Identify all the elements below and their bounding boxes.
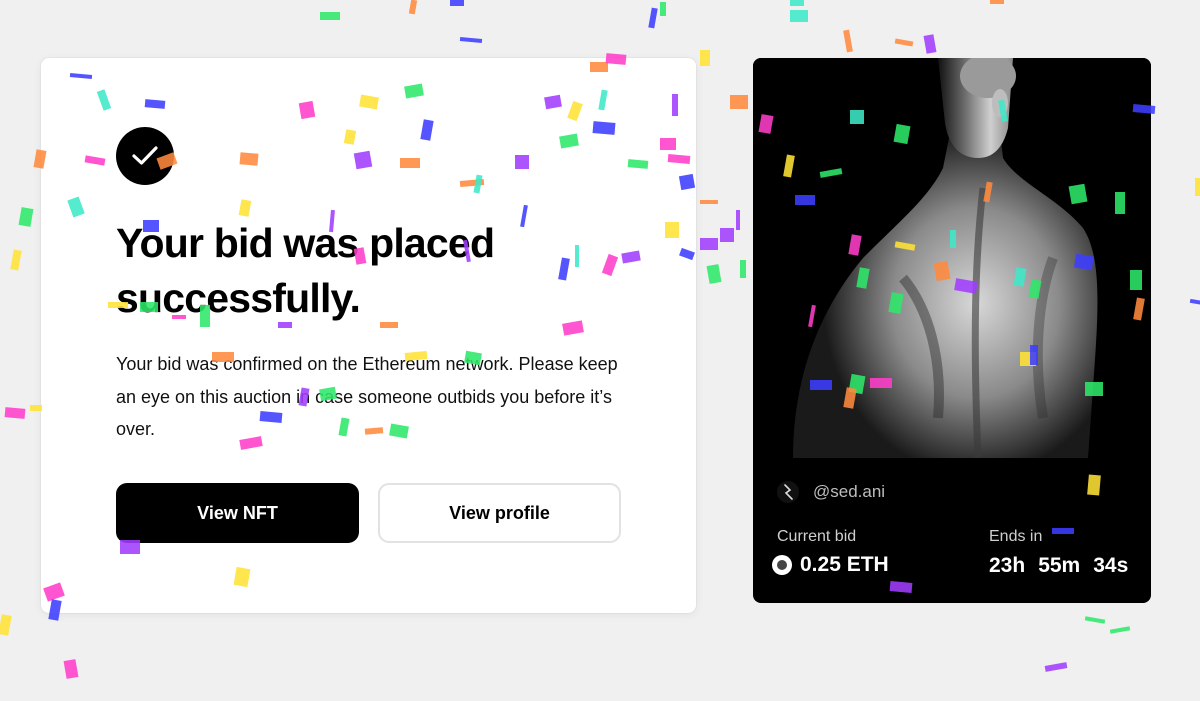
confetti-piece xyxy=(700,238,718,250)
confetti-piece xyxy=(730,95,748,109)
countdown-seconds: 34s xyxy=(1093,554,1129,577)
confetti-piece xyxy=(790,10,808,22)
confetti-piece xyxy=(450,0,464,6)
confetti-piece xyxy=(63,659,79,679)
countdown-hours: 23h xyxy=(989,554,1026,577)
current-bid: 0.25 ETH xyxy=(772,553,889,577)
view-nft-button[interactable]: View NFT xyxy=(116,483,359,543)
confetti-piece xyxy=(1195,178,1200,196)
creator-username: @sed.ani xyxy=(813,482,886,501)
creator-avatar-icon xyxy=(777,481,799,503)
confetti-piece xyxy=(320,12,340,20)
confetti-piece xyxy=(0,614,12,636)
nft-card[interactable]: @sed.ani Current bid 0.25 ETH Ends in 23… xyxy=(753,58,1151,603)
creator-info[interactable]: @sed.ani xyxy=(777,481,885,503)
confetti-piece xyxy=(843,29,853,53)
confetti-piece xyxy=(790,0,804,6)
confetti-piece xyxy=(923,34,937,54)
success-headline: Your bid was placed successfully. xyxy=(116,220,495,321)
confetti-piece xyxy=(1109,626,1131,634)
current-bid-value: 0.25 ETH xyxy=(800,553,889,576)
confetti-piece xyxy=(990,0,1004,4)
confetti-piece xyxy=(10,249,22,271)
nft-artwork-image xyxy=(753,58,1151,458)
confetti-piece xyxy=(720,228,734,242)
confetti-piece xyxy=(894,38,914,47)
confetti-piece xyxy=(736,210,740,230)
ends-in-label: Ends in xyxy=(989,528,1043,545)
confetti-piece xyxy=(740,260,746,278)
current-bid-label: Current bid xyxy=(777,528,857,545)
confetti-piece xyxy=(1044,662,1068,672)
confetti-piece xyxy=(4,407,26,419)
auction-countdown: 23h 55m 34s xyxy=(989,554,1128,578)
confetti-piece xyxy=(700,50,710,66)
eth-coin-icon xyxy=(772,555,792,575)
check-circle-icon xyxy=(116,127,174,185)
confetti-piece xyxy=(648,7,658,29)
confetti-piece xyxy=(700,200,718,204)
success-description: Your bid was confirmed on the Ethereum n… xyxy=(116,354,618,439)
confetti-piece xyxy=(408,0,418,15)
confetti-piece xyxy=(706,264,722,284)
confetti-piece xyxy=(459,37,483,43)
confetti-piece xyxy=(1189,298,1200,306)
countdown-minutes: 55m xyxy=(1038,554,1081,577)
confetti-piece xyxy=(660,2,666,16)
bid-success-card: Your bid was placed successfully. Your b… xyxy=(41,58,696,613)
confetti-piece xyxy=(1084,616,1106,624)
view-profile-button[interactable]: View profile xyxy=(378,483,621,543)
confetti-piece xyxy=(18,207,34,227)
